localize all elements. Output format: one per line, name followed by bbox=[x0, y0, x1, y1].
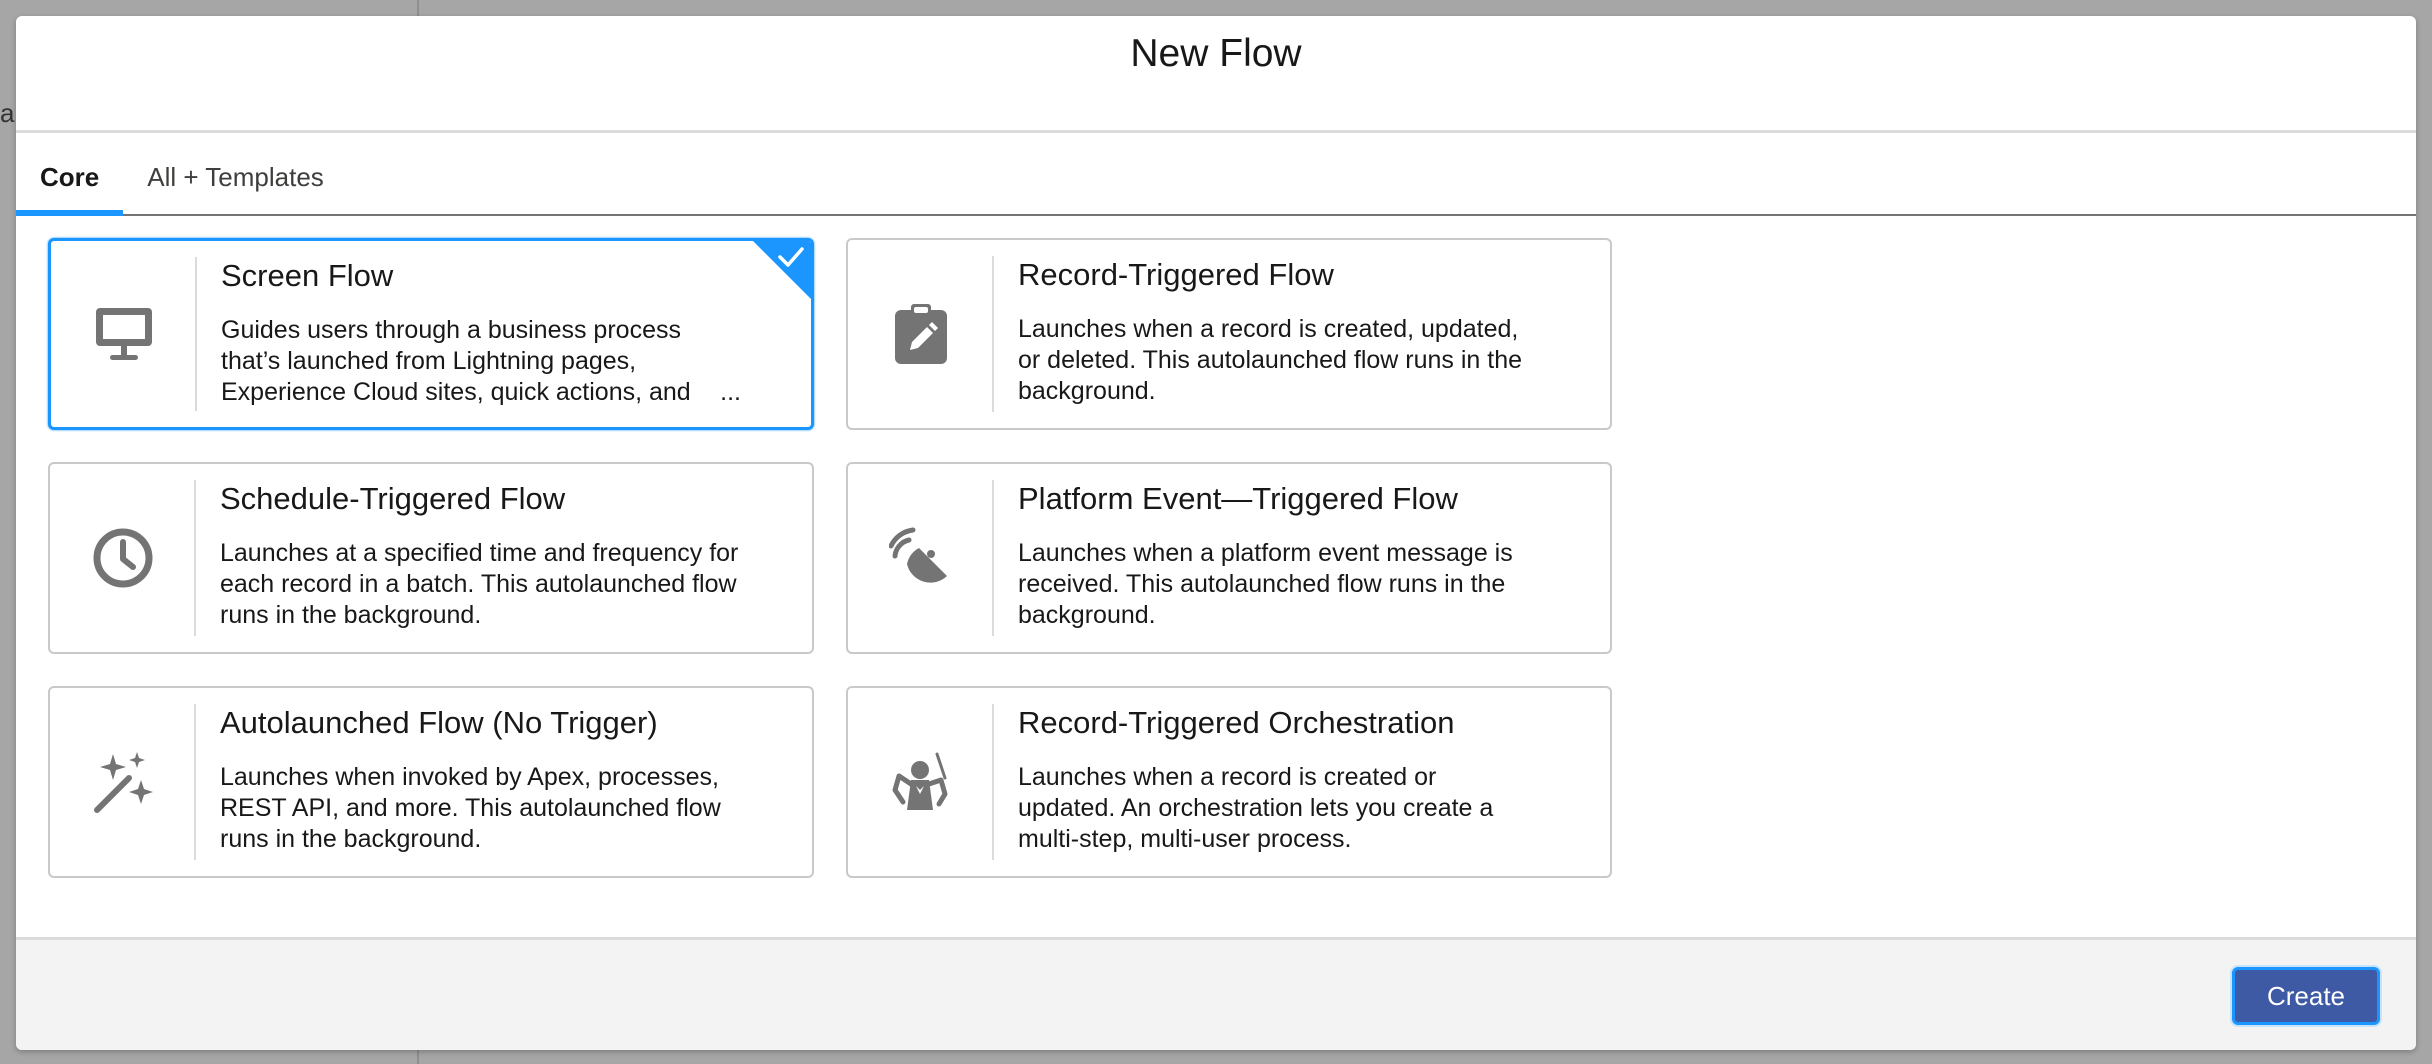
card-description: Launches at a specified time and frequen… bbox=[220, 539, 739, 629]
clipboard-edit-icon bbox=[895, 304, 947, 364]
card-description: Launches when a record is created, updat… bbox=[1018, 315, 1523, 405]
card-description: Launches when invoked by Apex, processes… bbox=[220, 763, 721, 853]
broadcast-dish-icon bbox=[889, 527, 947, 583]
card-schedule-triggered-flow[interactable]: Schedule-Triggered Flow Launches at a sp… bbox=[48, 462, 814, 654]
card-icon-wrapper bbox=[848, 688, 994, 876]
magic-wand-icon bbox=[94, 752, 153, 813]
card-icon-wrapper bbox=[50, 688, 196, 876]
modal-title: New Flow bbox=[1130, 31, 1302, 75]
clock-icon bbox=[93, 528, 153, 588]
card-title: Schedule-Triggered Flow bbox=[220, 481, 566, 516]
card-title: Screen Flow bbox=[221, 258, 394, 293]
card-description: Guides users through a business process … bbox=[221, 315, 741, 408]
monitor-icon bbox=[96, 308, 152, 360]
card-autolaunched-flow[interactable]: Autolaunched Flow (No Trigger) Launches … bbox=[48, 686, 814, 878]
card-title: Record-Triggered Flow bbox=[1018, 257, 1334, 292]
card-record-triggered-orchestration[interactable]: Record-Triggered Orchestration Launches … bbox=[846, 686, 1612, 878]
card-icon-wrapper bbox=[51, 241, 197, 427]
card-title: Autolaunched Flow (No Trigger) bbox=[220, 705, 658, 740]
card-record-triggered-flow[interactable]: Record-Triggered Flow Launches when a re… bbox=[846, 238, 1612, 430]
card-body: Platform Event—Triggered Flow Launches w… bbox=[994, 464, 1610, 652]
modal-header: New Flow bbox=[16, 16, 2416, 133]
card-body: Record-Triggered Orchestration Launches … bbox=[994, 688, 1610, 876]
card-title: Record-Triggered Orchestration bbox=[1018, 705, 1455, 740]
card-screen-flow[interactable]: Screen Flow Guides users through a busin… bbox=[48, 238, 814, 430]
flow-type-grid: Screen Flow Guides users through a busin… bbox=[48, 238, 1648, 878]
card-platform-event-triggered-flow[interactable]: Platform Event—Triggered Flow Launches w… bbox=[846, 462, 1612, 654]
card-title: Platform Event—Triggered Flow bbox=[1018, 481, 1458, 516]
card-description: Launches when a platform event message i… bbox=[1018, 539, 1513, 629]
tab-all-templates[interactable]: All + Templates bbox=[123, 138, 348, 216]
card-description: Launches when a record is created or upd… bbox=[1018, 763, 1494, 853]
truncation-ellipsis: ... bbox=[708, 377, 741, 408]
new-flow-modal: New Flow Core All + Templates Screen Flo… bbox=[16, 16, 2416, 1050]
tab-core[interactable]: Core bbox=[16, 138, 124, 216]
card-body: Schedule-Triggered Flow Launches at a sp… bbox=[196, 464, 812, 652]
card-description-text: Guides users through a business process … bbox=[221, 316, 691, 406]
create-button[interactable]: Create bbox=[2232, 967, 2380, 1025]
tab-bar: Core All + Templates bbox=[16, 136, 2416, 216]
card-body: Screen Flow Guides users through a busin… bbox=[197, 241, 811, 427]
checkmark-icon bbox=[778, 247, 804, 267]
card-body: Record-Triggered Flow Launches when a re… bbox=[994, 240, 1610, 428]
card-icon-wrapper bbox=[848, 464, 994, 652]
card-icon-wrapper bbox=[848, 240, 994, 428]
card-icon-wrapper bbox=[50, 464, 196, 652]
conductor-icon bbox=[892, 752, 948, 810]
card-body: Autolaunched Flow (No Trigger) Launches … bbox=[196, 688, 812, 876]
modal-footer: Create bbox=[16, 937, 2416, 1050]
